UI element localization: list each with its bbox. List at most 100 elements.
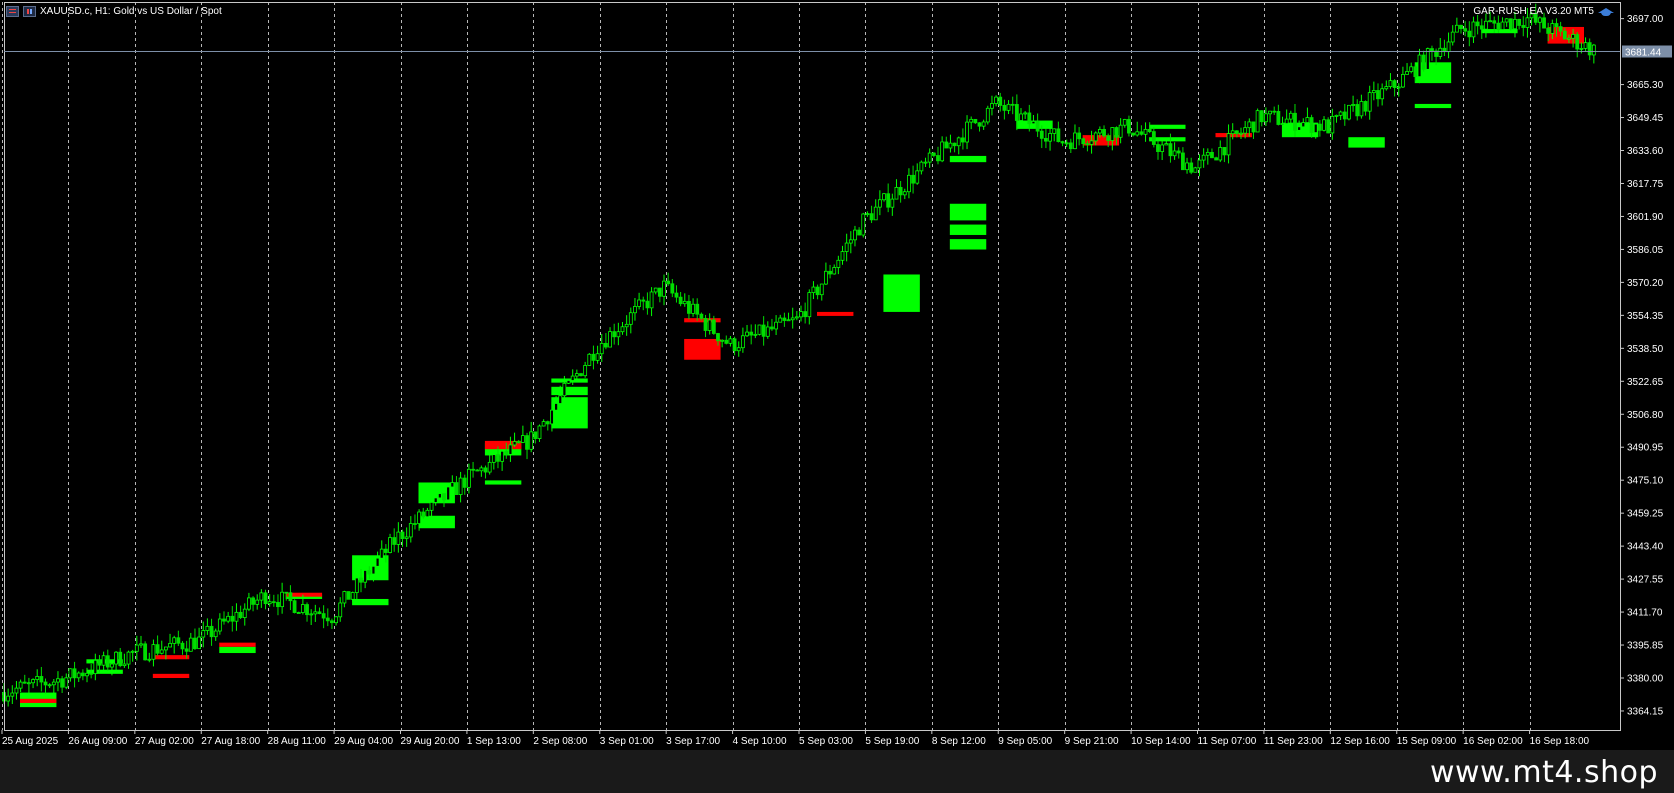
candle-body <box>1388 80 1393 88</box>
candle-body <box>520 435 525 443</box>
candle-body <box>392 537 397 545</box>
candle-body <box>1172 150 1177 157</box>
time-label: 15 Sep 09:00 <box>1397 736 1457 747</box>
candle-body <box>80 672 85 677</box>
candle-body <box>1031 120 1036 125</box>
candle-body <box>1488 20 1492 23</box>
candle-body <box>591 353 596 361</box>
plot-border <box>4 2 1621 731</box>
candle-body <box>375 557 380 567</box>
candle-body <box>828 270 832 275</box>
candle-body <box>853 229 857 241</box>
candle-body <box>1363 101 1368 112</box>
candle-body <box>761 324 766 337</box>
time-axis[interactable]: 25 Aug 2025 26 Aug 09:00 27 Aug 02:00 27 Au… <box>1 730 1590 747</box>
chart-menu-icon[interactable] <box>6 6 19 17</box>
candle-body <box>1251 121 1256 133</box>
candle-body <box>529 431 534 450</box>
candle-body <box>450 482 455 488</box>
candle-body <box>93 659 98 675</box>
candle-body <box>786 319 791 322</box>
candle-body <box>799 311 803 318</box>
candle-body <box>300 604 305 613</box>
candle-body <box>1102 129 1106 137</box>
candle-body <box>1156 144 1160 152</box>
chart-window[interactable]: 3697.00 3665.30 3649.45 3633.60 3617.75 3601.… <box>0 0 1674 750</box>
symbol-title: XAUUSD.c, H1: Gold vs US Dollar / Spot <box>40 6 222 17</box>
candle-body <box>1396 86 1401 89</box>
candle-body <box>1417 54 1422 78</box>
candle-body <box>1479 25 1484 30</box>
candle-body <box>1508 18 1513 30</box>
time-label: 11 Sep 23:00 <box>1264 736 1323 747</box>
candle-body <box>1060 141 1065 144</box>
candle-body <box>172 637 177 644</box>
candle-body <box>1014 104 1019 121</box>
candle-body <box>931 152 936 156</box>
candle-body <box>1052 128 1057 134</box>
candle-body <box>869 213 874 221</box>
time-label: 5 Sep 03:00 <box>799 736 853 747</box>
time-label: 16 Sep 02:00 <box>1463 736 1523 747</box>
candle-body <box>981 121 986 127</box>
time-label: 9 Sep 21:00 <box>1065 736 1119 747</box>
candle-body <box>670 283 675 294</box>
candle-body <box>317 611 322 615</box>
candle-body <box>213 630 218 638</box>
candle-body <box>346 591 351 600</box>
candle-body <box>1475 21 1480 27</box>
candle-body <box>1234 130 1239 135</box>
candle-body <box>276 601 280 608</box>
candle-body <box>1035 120 1040 132</box>
candle-body <box>471 468 475 471</box>
candle-body <box>641 299 646 302</box>
candle-body <box>1002 104 1007 111</box>
price-label: 3380.00 <box>1627 674 1664 685</box>
time-label: 5 Sep 19:00 <box>865 736 919 747</box>
candle-body <box>1537 17 1542 23</box>
price-chart[interactable]: 3697.00 3665.30 3649.45 3633.60 3617.75 3601.… <box>0 0 1674 750</box>
candle-body <box>338 602 343 618</box>
candle-body <box>1118 124 1123 138</box>
candle-body <box>263 592 268 605</box>
candle-body <box>1591 44 1596 56</box>
candle-body <box>898 186 903 196</box>
candle-body <box>927 152 932 163</box>
price-axis[interactable]: 3697.00 3665.30 3649.45 3633.60 3617.75 3601.… <box>1620 14 1672 717</box>
candle-body <box>848 239 853 244</box>
current-price-label: 3681.44 <box>1625 48 1662 59</box>
chart-type-icon[interactable] <box>23 6 36 17</box>
candle-body <box>1359 101 1364 117</box>
candle-body <box>296 612 301 614</box>
candle-body <box>508 444 513 455</box>
candle-body <box>305 604 309 616</box>
candle-body <box>64 677 69 688</box>
candle-body <box>525 435 529 450</box>
candle-body <box>707 319 712 331</box>
candle-body <box>1085 143 1090 146</box>
candle-body <box>1496 22 1501 30</box>
candle-body <box>1392 80 1397 88</box>
candle-body <box>1413 66 1418 78</box>
candle-body <box>1176 150 1181 154</box>
candle-body <box>803 311 808 318</box>
bull-zone <box>551 386 588 396</box>
candle-body <box>728 338 733 344</box>
time-label: 8 Sep 12:00 <box>932 736 986 747</box>
candle-body <box>39 676 44 683</box>
price-label: 3601.90 <box>1627 212 1664 223</box>
price-label: 3617.75 <box>1627 179 1664 190</box>
candle-body <box>1525 17 1530 28</box>
candle-body <box>72 668 77 679</box>
candle-body <box>217 618 222 632</box>
time-label: 9 Sep 05:00 <box>998 736 1052 747</box>
candle-body <box>114 651 118 665</box>
candle-body <box>168 643 172 648</box>
candle-body <box>101 655 106 666</box>
candle-body <box>230 615 235 622</box>
time-label: 27 Aug 02:00 <box>135 736 194 747</box>
candle-body <box>687 300 691 314</box>
expert-advisor-label[interactable]: GAR-RUSH EA V3.20 MT5 <box>1473 6 1614 17</box>
candle-body <box>1297 126 1302 131</box>
time-label: 29 Aug 20:00 <box>401 736 460 747</box>
